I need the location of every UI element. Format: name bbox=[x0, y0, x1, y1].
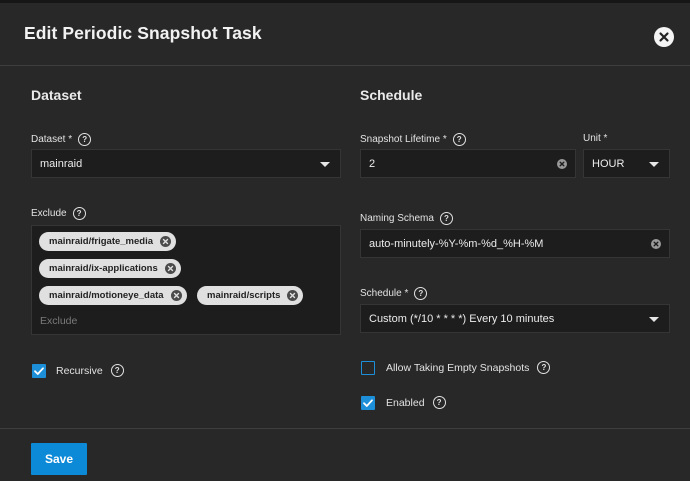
naming-schema-input[interactable]: auto-minutely-%Y-%m-%d_%H-%M bbox=[360, 229, 670, 258]
snapshot-lifetime-input[interactable]: 2 bbox=[360, 149, 576, 178]
chevron-down-icon bbox=[649, 161, 659, 167]
help-icon[interactable]: ? bbox=[414, 287, 428, 300]
help-icon[interactable]: ? bbox=[78, 133, 92, 146]
naming-schema-value: auto-minutely-%Y-%m-%d_%H-%M bbox=[369, 237, 544, 250]
schedule-label-text: Schedule * bbox=[360, 288, 409, 299]
unit-label: Unit * bbox=[583, 133, 607, 144]
remove-chip-icon[interactable] bbox=[170, 290, 182, 301]
recursive-checkbox[interactable] bbox=[32, 364, 46, 378]
help-icon[interactable]: ? bbox=[439, 212, 453, 225]
chip-label: mainraid/frigate_media bbox=[49, 236, 154, 247]
dataset-label-text: Dataset * bbox=[31, 134, 73, 145]
checkmark-icon bbox=[363, 399, 373, 407]
remove-chip-icon[interactable] bbox=[164, 263, 176, 274]
unit-label-text: Unit * bbox=[583, 133, 608, 144]
exclude-chip[interactable]: mainraid/frigate_media bbox=[39, 232, 177, 251]
remove-chip-icon[interactable] bbox=[160, 236, 172, 247]
enabled-label: Enabled ? bbox=[386, 396, 446, 409]
enabled-checkbox[interactable] bbox=[361, 396, 375, 410]
enabled-label-text: Enabled bbox=[386, 396, 425, 409]
naming-schema-label-text: Naming Schema bbox=[360, 213, 434, 224]
footer-divider bbox=[0, 428, 690, 429]
help-icon[interactable]: ? bbox=[537, 361, 551, 374]
schedule-section-title: Schedule bbox=[360, 87, 423, 103]
snapshot-lifetime-value: 2 bbox=[369, 157, 376, 170]
help-icon[interactable]: ? bbox=[110, 364, 124, 377]
allow-empty-snapshots-label-text: Allow Taking Empty Snapshots bbox=[386, 361, 530, 374]
exclude-chip[interactable]: mainraid/motioneye_data bbox=[39, 286, 187, 305]
unit-select[interactable]: HOUR bbox=[583, 149, 670, 178]
allow-empty-snapshots-label: Allow Taking Empty Snapshots ? bbox=[386, 361, 551, 374]
help-icon[interactable]: ? bbox=[72, 207, 86, 220]
exclude-chip-input[interactable]: mainraid/frigate_media mainraid/ix-appli… bbox=[31, 225, 341, 335]
close-button[interactable] bbox=[654, 27, 674, 47]
allow-empty-snapshots-checkbox[interactable] bbox=[361, 361, 375, 375]
unit-value: HOUR bbox=[592, 157, 625, 170]
exclude-label-text: Exclude bbox=[31, 208, 67, 219]
dataset-select[interactable]: mainraid bbox=[31, 149, 341, 178]
help-icon[interactable]: ? bbox=[432, 396, 446, 409]
header-divider bbox=[0, 65, 690, 66]
help-icon[interactable]: ? bbox=[452, 133, 466, 146]
close-icon bbox=[659, 32, 669, 42]
clear-icon[interactable] bbox=[557, 158, 567, 169]
save-button[interactable]: Save bbox=[31, 443, 87, 475]
recursive-label: Recursive ? bbox=[56, 364, 124, 377]
dataset-section-title: Dataset bbox=[31, 87, 82, 103]
dialog-title: Edit Periodic Snapshot Task bbox=[24, 23, 262, 43]
recursive-label-text: Recursive bbox=[56, 364, 103, 377]
chevron-down-icon bbox=[649, 316, 659, 322]
remove-chip-icon[interactable] bbox=[287, 290, 299, 301]
exclude-placeholder[interactable]: Exclude bbox=[40, 315, 77, 327]
schedule-value: Custom (*/10 * * * *) Every 10 minutes bbox=[369, 312, 555, 325]
chip-label: mainraid/motioneye_data bbox=[49, 290, 164, 301]
snapshot-lifetime-label: Snapshot Lifetime * ? bbox=[360, 133, 466, 146]
schedule-label: Schedule * ? bbox=[360, 287, 428, 300]
exclude-chip[interactable]: mainraid/scripts bbox=[197, 286, 304, 305]
clear-icon[interactable] bbox=[651, 238, 661, 249]
checkmark-icon bbox=[34, 367, 44, 375]
chip-label: mainraid/ix-applications bbox=[49, 263, 158, 274]
chevron-down-icon bbox=[320, 161, 330, 167]
schedule-select[interactable]: Custom (*/10 * * * *) Every 10 minutes bbox=[360, 304, 670, 333]
dialog-header: Edit Periodic Snapshot Task bbox=[0, 3, 690, 65]
exclude-chip[interactable]: mainraid/ix-applications bbox=[39, 259, 181, 278]
dataset-label: Dataset * ? bbox=[31, 133, 92, 146]
exclude-label: Exclude ? bbox=[31, 207, 86, 220]
dataset-value: mainraid bbox=[40, 157, 83, 170]
naming-schema-label: Naming Schema ? bbox=[360, 212, 453, 225]
chip-label: mainraid/scripts bbox=[207, 290, 281, 301]
snapshot-lifetime-label-text: Snapshot Lifetime * bbox=[360, 134, 447, 145]
